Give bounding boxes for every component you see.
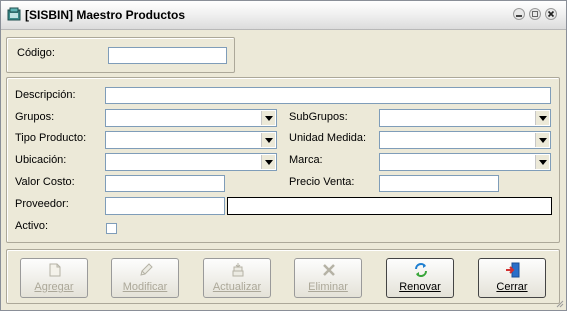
- cerrar-button[interactable]: Cerrar: [478, 258, 546, 298]
- modificar-button[interactable]: Modificar: [111, 258, 179, 298]
- chevron-down-icon[interactable]: [535, 155, 549, 169]
- actualizar-button[interactable]: Actualizar: [203, 258, 271, 298]
- precio-venta-label: Precio Venta:: [289, 176, 355, 188]
- descripcion-label: Descripción:: [15, 89, 76, 101]
- proveedor-name-field: [227, 197, 552, 215]
- ubicacion-select[interactable]: [105, 153, 277, 171]
- codigo-group: Código:: [6, 37, 235, 73]
- precio-venta-input[interactable]: [379, 175, 499, 192]
- descripcion-input[interactable]: [105, 87, 551, 104]
- marca-select[interactable]: [379, 153, 551, 171]
- cerrar-label: Cerrar: [496, 281, 528, 293]
- valor-costo-label: Valor Costo:: [15, 176, 75, 188]
- product-details-group: Descripción: Grupos: SubGrupos: Tipo Pro…: [6, 77, 560, 243]
- subgrupos-select[interactable]: [379, 109, 551, 127]
- proveedor-label: Proveedor:: [15, 198, 69, 210]
- unidad-medida-select[interactable]: [379, 131, 551, 149]
- resize-grip-icon[interactable]: [554, 298, 564, 308]
- refresh-icon: [415, 263, 427, 277]
- ubicacion-label: Ubicación:: [15, 154, 67, 166]
- cross-tools-icon: [323, 264, 335, 276]
- renovar-button[interactable]: Renovar: [386, 258, 454, 298]
- chevron-down-icon[interactable]: [261, 133, 275, 147]
- action-bar: [6, 249, 560, 304]
- codigo-label: Código:: [17, 47, 55, 59]
- minimize-button[interactable]: [513, 8, 525, 20]
- close-button[interactable]: [545, 8, 557, 20]
- proveedor-code-input[interactable]: [105, 197, 225, 215]
- valor-costo-input[interactable]: [105, 175, 225, 192]
- exit-door-icon: [506, 262, 520, 278]
- main-window: [SISBIN] Maestro Productos Código: Descr…: [0, 0, 567, 311]
- subgrupos-label: SubGrupos:: [289, 111, 348, 123]
- new-doc-icon: [49, 263, 61, 277]
- close-icon: [545, 8, 557, 20]
- codigo-input[interactable]: [108, 47, 227, 64]
- marca-label: Marca:: [289, 154, 323, 166]
- title-bar[interactable]: [SISBIN] Maestro Productos: [1, 1, 566, 30]
- eliminar-label: Eliminar: [308, 281, 348, 293]
- tipo-producto-select[interactable]: [105, 131, 277, 149]
- app-icon: [7, 7, 21, 21]
- grupos-select[interactable]: [105, 109, 277, 127]
- chevron-down-icon[interactable]: [261, 111, 275, 125]
- chevron-down-icon[interactable]: [261, 155, 275, 169]
- maximize-button[interactable]: [529, 8, 541, 20]
- maximize-icon: [529, 8, 541, 20]
- minimize-icon: [513, 8, 525, 20]
- chevron-down-icon[interactable]: [535, 111, 549, 125]
- chevron-down-icon[interactable]: [535, 133, 549, 147]
- agregar-label: Agregar: [34, 281, 74, 293]
- agregar-button[interactable]: Agregar: [20, 258, 88, 298]
- actualizar-label: Actualizar: [212, 281, 262, 293]
- modificar-label: Modificar: [122, 281, 168, 293]
- eliminar-button[interactable]: Eliminar: [294, 258, 362, 298]
- tipo-producto-label: Tipo Producto:: [15, 132, 87, 144]
- grupos-label: Grupos:: [15, 111, 55, 123]
- stack-icon: [232, 263, 244, 277]
- pencil-icon: [140, 263, 153, 276]
- renovar-label: Renovar: [399, 281, 441, 293]
- unidad-medida-label: Unidad Medida:: [289, 132, 367, 144]
- activo-label: Activo:: [15, 220, 49, 232]
- window-title: [SISBIN] Maestro Productos: [25, 8, 186, 22]
- activo-checkbox[interactable]: [106, 223, 117, 234]
